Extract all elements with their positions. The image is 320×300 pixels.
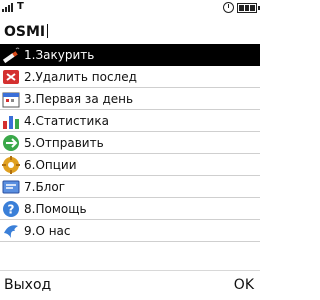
menu-item-label: 3.Первая за день: [24, 91, 134, 106]
menu-item-help[interactable]: ? 8.Помощь: [0, 198, 260, 220]
ok-softkey[interactable]: OK: [234, 277, 254, 293]
stats-chart-icon: [0, 110, 22, 132]
softkey-bar: Выход OK: [0, 270, 260, 300]
app-title: OSMI: [4, 24, 46, 40]
signal-bar: [11, 3, 13, 12]
about-icon: [0, 220, 22, 242]
cigarette-icon: [0, 44, 22, 66]
menu-item-about[interactable]: 9.О нас: [0, 220, 260, 242]
alarm-icon: [223, 2, 234, 13]
main-menu: 1.Закурить 2.Удалить послед 3.Первая за …: [0, 44, 260, 270]
options-icon: [0, 154, 22, 176]
blog-icon: [0, 176, 22, 198]
menu-item-label: 7.Блог: [24, 179, 65, 194]
text-cursor: [47, 24, 49, 38]
app-title-bar: OSMI: [0, 20, 260, 44]
menu-item-delete-last[interactable]: 2.Удалить послед: [0, 66, 260, 88]
network-type-label: T: [17, 1, 24, 12]
menu-item-smoke[interactable]: 1.Закурить: [0, 44, 260, 66]
signal-bar: [5, 7, 7, 12]
menu-item-first-of-day[interactable]: 3.Первая за день: [0, 88, 260, 110]
exit-softkey[interactable]: Выход: [4, 277, 51, 293]
menu-item-statistics[interactable]: 4.Статистика: [0, 110, 260, 132]
menu-item-label: 1.Закурить: [24, 47, 95, 62]
menu-item-label: 9.О нас: [24, 223, 71, 238]
signal-bar: [8, 5, 10, 12]
menu-item-options[interactable]: 6.Опции: [0, 154, 260, 176]
signal-indicator: T: [2, 2, 24, 12]
menu-item-label: 5.Отправить: [24, 135, 104, 150]
menu-item-label: 6.Опции: [24, 157, 77, 172]
status-bar: T: [0, 0, 260, 18]
calendar-icon: [0, 88, 22, 110]
battery-icon: [237, 2, 260, 13]
menu-item-label: 4.Статистика: [24, 113, 109, 128]
menu-item-label: 2.Удалить послед: [24, 69, 137, 84]
send-icon: [0, 132, 22, 154]
menu-item-label: 8.Помощь: [24, 201, 87, 216]
delete-icon: [0, 66, 22, 88]
svg-text:?: ?: [8, 202, 15, 216]
help-icon: ?: [0, 198, 22, 220]
menu-item-blog[interactable]: 7.Блог: [0, 176, 260, 198]
menu-item-send[interactable]: 5.Отправить: [0, 132, 260, 154]
signal-bar: [2, 9, 4, 12]
